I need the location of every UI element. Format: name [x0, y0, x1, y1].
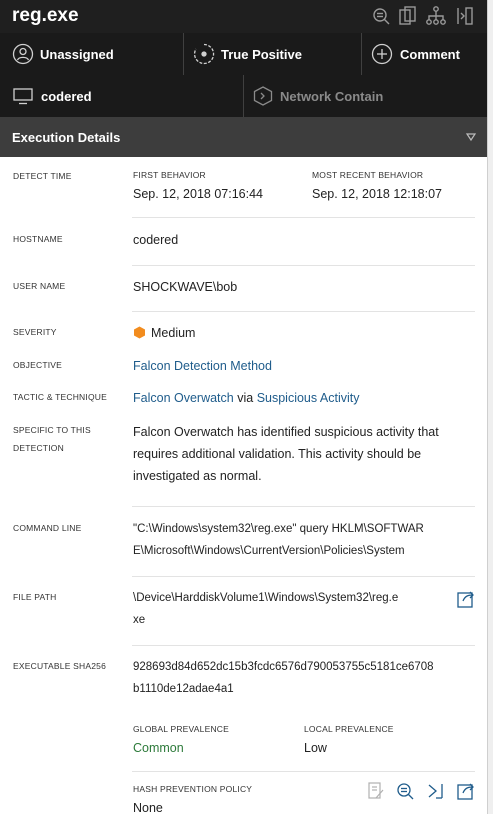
specific-line: Falcon Overwatch has identified suspicio… [133, 425, 439, 439]
hash-policy-value: None [133, 801, 163, 814]
specific-label-line1: SPECIFIC TO THIS [13, 425, 91, 435]
technique-link[interactable]: Suspicious Activity [257, 391, 360, 405]
panel-collapse-icon[interactable] [454, 5, 478, 27]
user-name-label: USER NAME [13, 281, 66, 291]
hostname-label: HOSTNAME [13, 234, 63, 244]
hash-policy-label: HASH PREVENTION POLICY [133, 784, 253, 794]
title-bar: reg.exe [0, 0, 487, 33]
open-link-icon[interactable] [456, 781, 476, 801]
edit-document-icon[interactable] [366, 781, 386, 801]
execution-details-header[interactable]: Execution Details [0, 117, 487, 157]
host-label: codered [41, 89, 92, 104]
search-list-icon[interactable] [370, 5, 394, 27]
local-prevalence-value: Low [304, 741, 327, 755]
command-line-value: E\Microsoft\Windows\CurrentVersion\Polic… [133, 545, 405, 557]
sha256-value: 928693d84d652dc15b3fcdc6576d790053755c51… [133, 661, 434, 673]
divider [132, 645, 475, 646]
tactic-value: Falcon Overwatch via Suspicious Activity [133, 387, 360, 409]
file-path-value: \Device\HarddiskVolume1\Windows\System32… [133, 592, 399, 604]
chevron-down-icon[interactable] [465, 130, 477, 142]
objective-label: OBJECTIVE [13, 360, 63, 370]
window-title: reg.exe [12, 5, 79, 26]
divider [132, 311, 475, 312]
specific-line: investigated as normal. [133, 469, 262, 483]
objective-link[interactable]: Falcon Detection Method [133, 355, 272, 377]
search-list-icon[interactable] [395, 781, 415, 801]
copy-icon[interactable] [397, 5, 421, 27]
comment-label: Comment [400, 47, 460, 62]
assign-label: Unassigned [40, 47, 114, 62]
host-action-bar: codered Network Contain [0, 75, 487, 117]
network-contain-icon [252, 85, 274, 107]
divider [132, 771, 475, 772]
computer-icon [12, 85, 34, 107]
execution-details: DETECT TIME FIRST BEHAVIOR MOST RECENT B… [0, 157, 487, 814]
host-button[interactable]: codered [0, 75, 244, 117]
section-title: Execution Details [12, 130, 121, 145]
process-tree-icon[interactable] [425, 5, 449, 27]
divider [132, 265, 475, 266]
specific-label-line2: DETECTION [13, 443, 64, 453]
severity-hexagon-icon [133, 326, 146, 339]
sha256-value: b1110de12adae4a1 [133, 683, 234, 695]
divider [132, 217, 475, 218]
recent-behavior-label: MOST RECENT BEHAVIOR [312, 170, 424, 180]
divider [132, 506, 475, 507]
file-path-value: xe [133, 614, 146, 626]
global-prevalence-value: Common [133, 741, 184, 755]
window-edge [487, 0, 493, 814]
network-contain-label: Network Contain [280, 89, 384, 104]
add-circle-icon [371, 43, 393, 65]
sha256-label: EXECUTABLE SHA256 [13, 661, 107, 671]
open-link-icon[interactable] [456, 589, 476, 609]
recent-behavior-value: Sep. 12, 2018 12:18:07 [312, 187, 442, 201]
severity-label: SEVERITY [13, 327, 57, 337]
status-label: True Positive [221, 47, 302, 62]
local-prevalence-label: LOCAL PREVALENCE [304, 724, 394, 734]
terminal-icon[interactable] [425, 781, 445, 801]
command-line-value: "C:\Windows\system32\reg.exe" query HKLM… [133, 523, 424, 535]
global-prevalence-label: GLOBAL PREVALENCE [133, 724, 229, 734]
tactic-link[interactable]: Falcon Overwatch [133, 391, 234, 405]
first-behavior-value: Sep. 12, 2018 07:16:44 [133, 187, 263, 201]
status-circle-icon [193, 43, 215, 65]
specific-line: requires additional validation. This act… [133, 447, 422, 461]
assign-button[interactable]: Unassigned [0, 33, 184, 75]
user-name-value: SHOCKWAVE\bob [133, 280, 238, 294]
detect-time-label: DETECT TIME [13, 171, 72, 181]
divider [132, 576, 475, 577]
action-bar: Unassigned True Positive Comment [0, 33, 487, 75]
command-line-label: COMMAND LINE [13, 523, 82, 533]
file-path-label: FILE PATH [13, 592, 57, 602]
comment-button[interactable]: Comment [362, 33, 487, 75]
tactic-via: via [237, 391, 254, 405]
hostname-value: codered [133, 233, 179, 247]
severity-value: Medium [151, 326, 196, 340]
network-contain-button[interactable]: Network Contain [244, 75, 487, 117]
status-button[interactable]: True Positive [184, 33, 362, 75]
tactic-label: TACTIC & TECHNIQUE [13, 392, 107, 402]
user-circle-icon [12, 43, 34, 65]
first-behavior-label: FIRST BEHAVIOR [133, 170, 206, 180]
